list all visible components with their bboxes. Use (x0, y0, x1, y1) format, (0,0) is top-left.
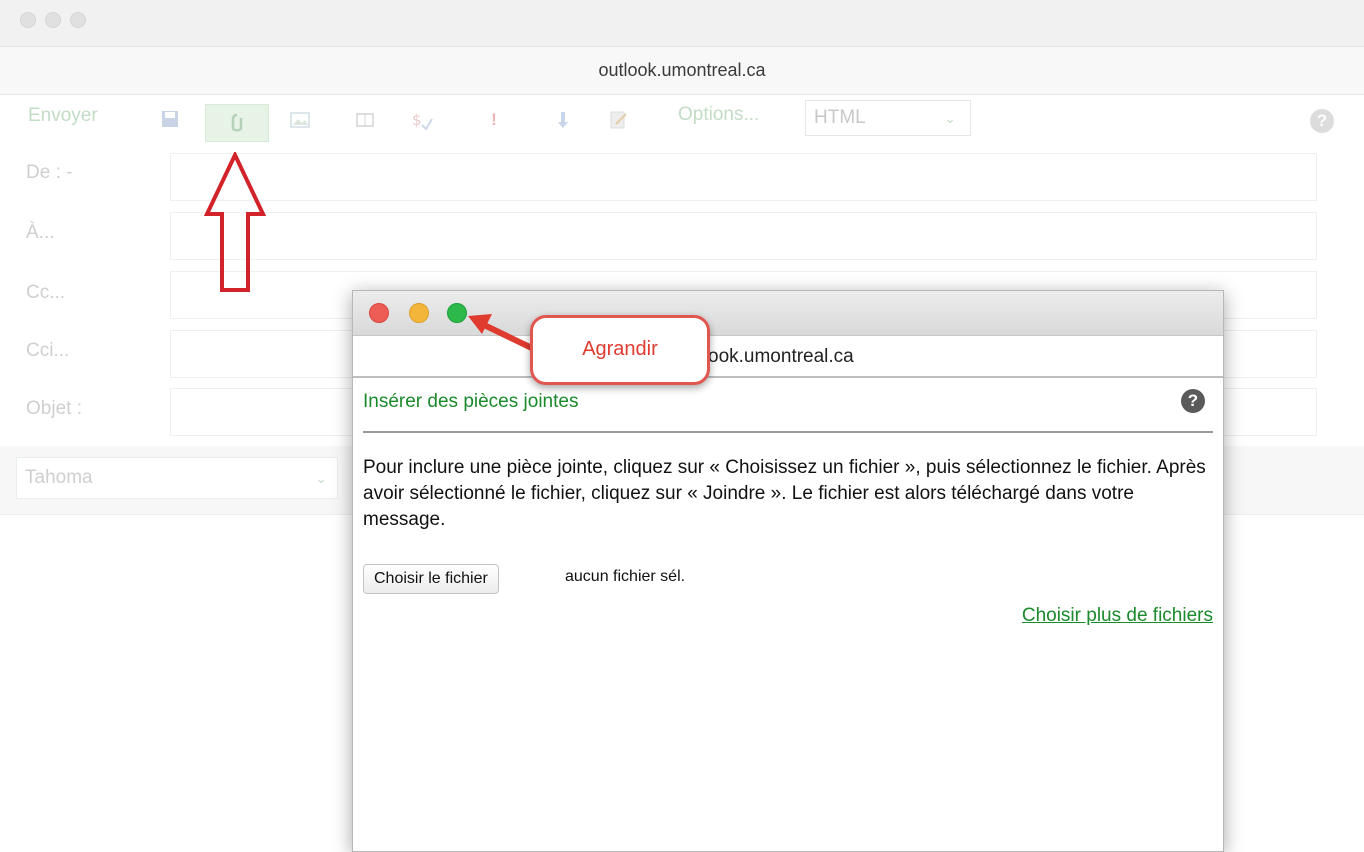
dialog-close-button[interactable] (369, 303, 389, 323)
divider (363, 431, 1213, 433)
font-select-value: Tahoma (25, 467, 93, 488)
choose-file-button[interactable]: Choisir le fichier (363, 564, 499, 594)
options-button[interactable]: Options... (678, 104, 759, 126)
spellcheck-icon[interactable]: $ (410, 109, 433, 131)
bcc-button[interactable]: Cci... (26, 340, 69, 362)
svg-text:$: $ (412, 111, 422, 129)
choose-more-files-link[interactable]: Choisir plus de fichiers (1022, 605, 1213, 627)
window-minimize-button[interactable] (45, 12, 61, 28)
font-select[interactable]: Tahoma ⌄ (16, 457, 338, 499)
priority-high-icon[interactable]: ! (484, 110, 504, 130)
window-zoom-button[interactable] (70, 12, 86, 28)
help-icon[interactable]: ? (1310, 109, 1334, 133)
format-select-value: HTML (814, 107, 866, 128)
zoom-callout: Agrandir (530, 315, 710, 385)
cc-button[interactable]: Cc... (26, 282, 65, 304)
help-icon[interactable]: ? (1181, 389, 1205, 413)
window-url: outlook.umontreal.ca (0, 47, 1364, 95)
to-field[interactable] (170, 212, 1317, 260)
chevron-down-icon: ⌄ (944, 110, 956, 126)
attach-button[interactable] (205, 104, 269, 142)
from-field[interactable] (170, 153, 1317, 201)
send-button[interactable]: Envoyer (28, 105, 98, 127)
attachment-dialog: ook.umontreal.ca Insérer des pièces join… (352, 290, 1224, 852)
window-close-button[interactable] (20, 12, 36, 28)
callout-label: Agrandir (582, 338, 658, 360)
instructions-text: Pour inclure une pièce jointe, cliquez s… (363, 457, 1206, 530)
image-icon[interactable] (290, 111, 310, 131)
dialog-title: Insérer des pièces jointes (363, 391, 579, 412)
window-titlebar (0, 0, 1364, 47)
no-file-selected-text: aucun fichier sél. (565, 568, 686, 585)
chevron-down-icon: ⌄ (315, 470, 327, 486)
callout-pointer-arrow (468, 314, 538, 353)
to-button[interactable]: À... (26, 222, 55, 244)
paperclip-icon (231, 113, 243, 132)
dialog-url-text: ook.umontreal.ca (708, 346, 854, 367)
subject-label: Objet : (26, 398, 82, 419)
format-select[interactable]: HTML ⌄ (805, 100, 971, 136)
annotation-arrow-up (203, 152, 267, 292)
dialog-minimize-button[interactable] (409, 303, 429, 323)
priority-low-icon[interactable] (553, 110, 573, 130)
from-label: De : - (26, 162, 73, 183)
book-icon[interactable] (355, 111, 375, 131)
save-icon[interactable] (160, 109, 180, 129)
signature-icon[interactable] (608, 110, 628, 130)
